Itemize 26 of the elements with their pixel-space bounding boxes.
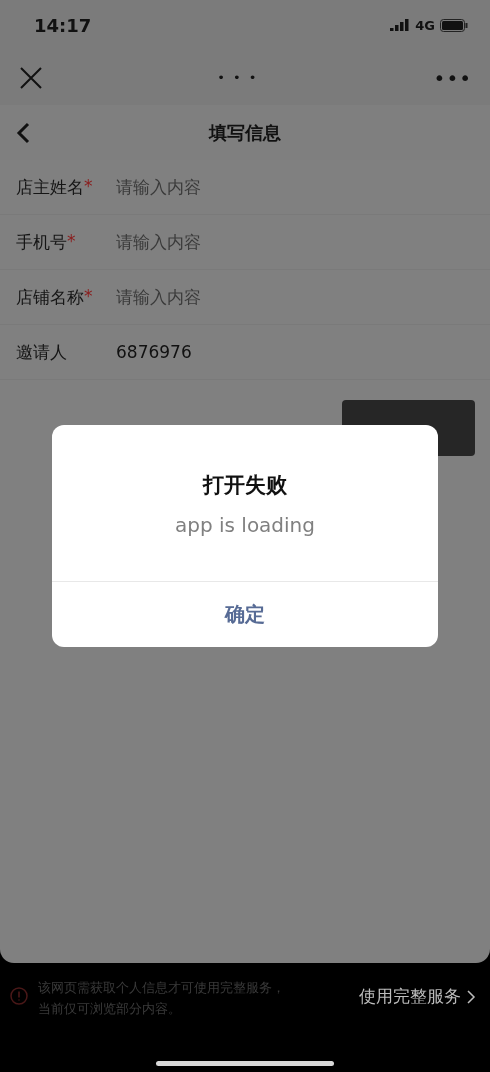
dialog-title: 打开失败	[203, 472, 287, 499]
page-title-loading: • • •	[217, 70, 259, 85]
required-mark: *	[84, 285, 93, 306]
field-label: 手机号	[16, 230, 67, 254]
status-time: 14:17	[34, 14, 92, 36]
field-label: 邀请人	[16, 340, 67, 364]
close-icon[interactable]	[20, 66, 42, 89]
chevron-icon	[467, 989, 476, 1004]
back-icon[interactable]	[16, 122, 30, 144]
battery-icon	[440, 18, 468, 32]
warning-icon	[10, 987, 28, 1005]
confirm-button[interactable]: 确定	[52, 582, 438, 647]
header-title: 填写信息	[209, 120, 281, 145]
required-mark: *	[84, 175, 93, 196]
input-field[interactable]: 6876976	[116, 342, 366, 362]
input-field[interactable]: 请输入内容	[116, 287, 366, 307]
more-menu[interactable]: •••	[433, 65, 472, 90]
dialog-message: app is loading	[175, 513, 315, 537]
input-field[interactable]: 请输入内容	[116, 232, 366, 252]
full-service-link[interactable]: 使用完整服务	[359, 985, 476, 1008]
network-label: 4G	[415, 17, 435, 33]
required-mark: *	[67, 230, 76, 251]
signal-icon	[390, 19, 411, 31]
input-field[interactable]: 请输入内容	[116, 177, 366, 197]
field-label: 店铺名称	[16, 285, 84, 309]
field-label: 店主姓名	[16, 175, 84, 199]
